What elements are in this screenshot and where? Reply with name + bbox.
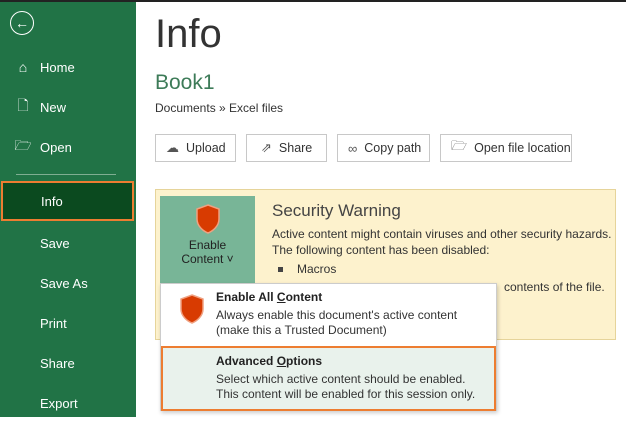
sidebar-item-info[interactable]: Info [1, 181, 134, 221]
enable-all-content-option[interactable]: Enable All Content Always enable this do… [161, 290, 496, 348]
advanced-options-option[interactable]: Advanced Options Select which active con… [161, 346, 496, 411]
sidebar-divider [16, 174, 116, 175]
sidebar-item-share[interactable]: Share [0, 343, 136, 383]
share-button[interactable]: ⇗ Share [246, 134, 327, 162]
sidebar-item-new[interactable]: 🗋 New [0, 87, 136, 127]
security-warning-trailing-text: contents of the file. [504, 280, 605, 294]
folder-open-icon: 🗁 [14, 137, 32, 153]
backstage-sidebar: ← ⌂ Home 🗋 New 🗁 Open Info Save Save As Pri… [0, 2, 136, 417]
sidebar-item-save[interactable]: Save [0, 223, 136, 263]
folder-open-icon: 🗁 [451, 138, 468, 153]
disabled-content-item: Macros [278, 262, 336, 276]
share-icon: ⇗ [261, 140, 272, 155]
back-button[interactable]: ← [10, 11, 34, 35]
arrow-left-icon: ← [15, 15, 29, 31]
shield-icon [195, 204, 220, 234]
copy-path-button[interactable]: ∞ Copy path [337, 134, 430, 162]
breadcrumb: Documents » Excel files [155, 101, 284, 115]
sidebar-item-print[interactable]: Print [0, 303, 136, 343]
link-icon: ∞ [348, 140, 358, 156]
home-icon: ⌂ [18, 59, 28, 75]
file-name: Book1 [155, 71, 215, 94]
enable-content-button[interactable]: Enable Content ˅ [160, 196, 255, 284]
upload-cloud-icon: ☁ [166, 140, 179, 155]
bullet-icon [278, 267, 283, 273]
shield-icon [180, 294, 204, 324]
open-file-location-button[interactable]: 🗁 Open file location [440, 134, 572, 162]
page-title: Info [155, 12, 222, 56]
sidebar-item-home[interactable]: ⌂ Home [0, 47, 136, 87]
info-pane: Info Book1 Documents » Excel files ☁ Uplo… [136, 2, 626, 417]
security-warning-text: Active content might contain viruses and… [272, 227, 612, 257]
sidebar-item-export[interactable]: Export [0, 383, 136, 423]
sidebar-item-open[interactable]: 🗁 Open [0, 127, 136, 167]
enable-content-dropdown: Enable All Content Always enable this do… [160, 283, 497, 411]
security-warning-title: Security Warning [272, 201, 401, 220]
sidebar-item-save-as[interactable]: Save As [0, 263, 136, 303]
upload-button[interactable]: ☁ Upload [155, 134, 236, 162]
new-file-icon: 🗋 [17, 97, 29, 113]
